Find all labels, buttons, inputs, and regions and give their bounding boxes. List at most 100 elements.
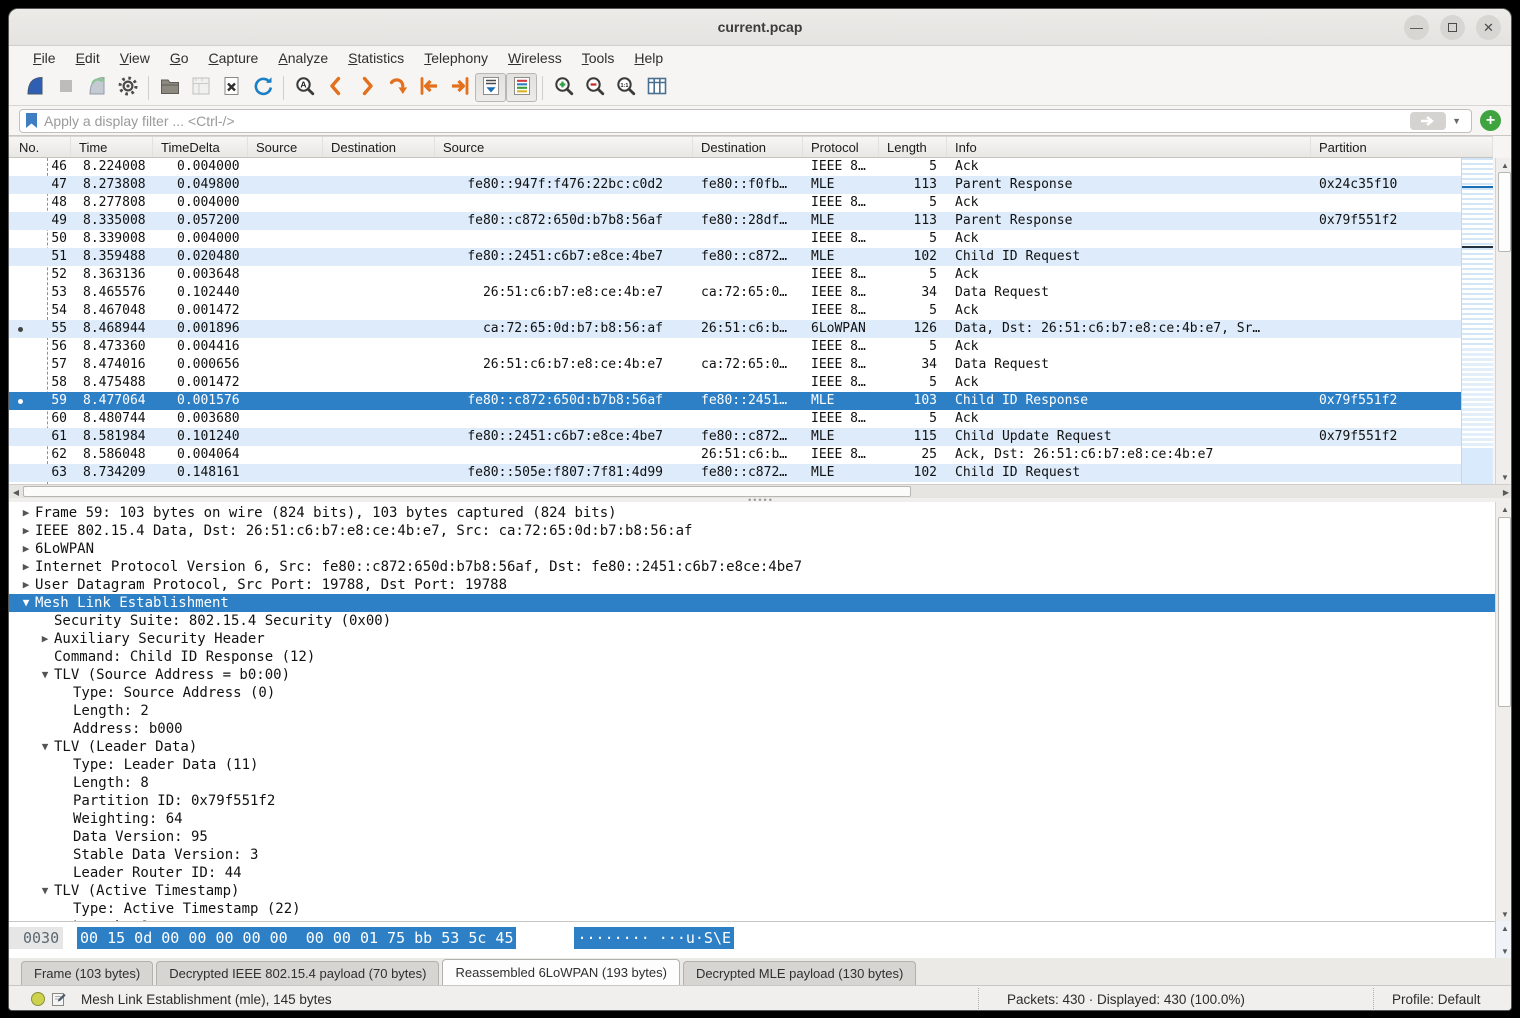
- detail-line[interactable]: ▶Auxiliary Security Header: [9, 630, 1495, 648]
- packet-row-51[interactable]: 518.3594880.020480fe80::2451:c6b7:e8ce:4…: [9, 248, 1461, 266]
- hex-ascii-selected[interactable]: ········ ···u·S\E: [574, 927, 734, 949]
- reload-file-button[interactable]: [247, 73, 278, 102]
- go-last-button[interactable]: [444, 73, 475, 102]
- packet-row-50[interactable]: 508.3390080.004000IEEE 8…5Ack: [9, 230, 1461, 248]
- expander-collapsed-icon[interactable]: ▶: [17, 558, 35, 576]
- packet-bytes-pane[interactable]: 0030 00 15 0d 00 00 00 00 00 00 00 01 75…: [9, 921, 1495, 958]
- close-button[interactable]: ✕: [1476, 15, 1501, 40]
- apply-filter-button[interactable]: [1410, 112, 1446, 130]
- expander-collapsed-icon[interactable]: ▶: [17, 576, 35, 594]
- detail-line[interactable]: Length: 2: [9, 702, 1495, 720]
- byte-tab-3[interactable]: Decrypted MLE payload (130 bytes): [683, 961, 916, 985]
- go-to-packet-button[interactable]: [382, 73, 413, 102]
- detail-line[interactable]: ▼TLV (Source Address = b0:00): [9, 666, 1495, 684]
- auto-scroll-button[interactable]: [475, 73, 506, 102]
- column-header-timedelta[interactable]: TimeDelta: [153, 137, 248, 157]
- hscrollbar-thumb[interactable]: [23, 486, 911, 497]
- menu-go[interactable]: Go: [160, 48, 199, 68]
- packet-row-60[interactable]: 608.4807440.003680IEEE 8…5Ack: [9, 410, 1461, 428]
- scrollbar-thumb[interactable]: [1498, 172, 1511, 252]
- menu-telephony[interactable]: Telephony: [414, 48, 498, 68]
- detail-line[interactable]: ▶IEEE 802.15.4 Data, Dst: 26:51:c6:b7:e8…: [9, 522, 1495, 540]
- packet-row-52[interactable]: 528.3631360.003648IEEE 8…5Ack: [9, 266, 1461, 284]
- minimize-button[interactable]: —: [1404, 15, 1429, 40]
- detail-line[interactable]: Type: Active Timestamp (22): [9, 900, 1495, 918]
- column-header-partition[interactable]: Partition: [1311, 137, 1493, 157]
- packet-row-49[interactable]: 498.3350080.057200fe80::c872:650d:b7b8:5…: [9, 212, 1461, 230]
- detail-line[interactable]: Type: Leader Data (11): [9, 756, 1495, 774]
- expander-expanded-icon[interactable]: ▼: [36, 882, 54, 900]
- scroll-left-arrow-icon[interactable]: ◀: [9, 485, 23, 499]
- detail-line[interactable]: ▼TLV (Leader Data): [9, 738, 1495, 756]
- column-header-protocol[interactable]: Protocol: [803, 137, 879, 157]
- detail-line[interactable]: Data Version: 95: [9, 828, 1495, 846]
- menu-edit[interactable]: Edit: [66, 48, 110, 68]
- detail-line[interactable]: ▶User Datagram Protocol, Src Port: 19788…: [9, 576, 1495, 594]
- expander-collapsed-icon[interactable]: ▶: [36, 630, 54, 648]
- go-first-button[interactable]: [413, 73, 444, 102]
- packet-row-59[interactable]: 598.4770640.001576fe80::c872:650d:b7b8:5…: [9, 392, 1461, 410]
- scroll-right-arrow-icon[interactable]: ▶: [1499, 485, 1512, 499]
- zoom-in-button[interactable]: [548, 73, 579, 102]
- packet-row-54[interactable]: 548.4670480.001472IEEE 8…5Ack: [9, 302, 1461, 320]
- detail-line[interactable]: Command: Child ID Response (12): [9, 648, 1495, 666]
- restart-capture-button[interactable]: [81, 73, 112, 102]
- menu-capture[interactable]: Capture: [199, 48, 269, 68]
- display-filter-box[interactable]: ▼: [19, 109, 1472, 133]
- bookmark-icon[interactable]: [26, 113, 37, 128]
- detail-line[interactable]: Weighting: 64: [9, 810, 1495, 828]
- scroll-up-arrow-icon[interactable]: ▲: [1496, 502, 1512, 516]
- column-header-destination[interactable]: Destination: [323, 137, 435, 157]
- capture-options-button[interactable]: [112, 73, 143, 102]
- column-header-no[interactable]: No.: [9, 137, 71, 157]
- save-file-button[interactable]: [185, 73, 216, 102]
- titlebar[interactable]: current.pcap — ✕: [9, 9, 1511, 46]
- detail-line[interactable]: Stable Data Version: 3: [9, 846, 1495, 864]
- packet-row-63[interactable]: 638.7342090.148161fe80::505e:f807:7f81:4…: [9, 464, 1461, 482]
- hex-bytes-selected[interactable]: 00 15 0d 00 00 00 00 00 00 00 01 75 bb 5…: [77, 927, 516, 949]
- menu-tools[interactable]: Tools: [572, 48, 625, 68]
- detail-line[interactable]: Address: b000: [9, 720, 1495, 738]
- zoom-out-button[interactable]: [579, 73, 610, 102]
- scroll-up-arrow-icon[interactable]: ▲: [1496, 158, 1512, 172]
- packet-row-53[interactable]: 538.4655760.10244026:51:c6:b7:e8:ce:4b:e…: [9, 284, 1461, 302]
- stop-capture-button[interactable]: [50, 73, 81, 102]
- zoom-original-button[interactable]: 1:1: [610, 73, 641, 102]
- packet-row-56[interactable]: 568.4733600.004416IEEE 8…5Ack: [9, 338, 1461, 356]
- scroll-down-arrow-icon[interactable]: ▼: [1496, 944, 1512, 958]
- column-header-destination[interactable]: Destination: [693, 137, 803, 157]
- filter-dropdown-caret[interactable]: ▼: [1450, 116, 1465, 126]
- expander-collapsed-icon[interactable]: ▶: [17, 504, 35, 522]
- go-back-button[interactable]: [320, 73, 351, 102]
- capture-comment-icon[interactable]: [51, 991, 67, 1007]
- menu-wireless[interactable]: Wireless: [498, 48, 572, 68]
- byte-tab-2[interactable]: Reassembled 6LoWPAN (193 bytes): [442, 959, 679, 985]
- column-header-info[interactable]: Info: [947, 137, 1311, 157]
- packet-row-48[interactable]: 488.2778080.004000IEEE 8…5Ack: [9, 194, 1461, 212]
- menu-statistics[interactable]: Statistics: [338, 48, 414, 68]
- detail-line[interactable]: ▶6LoWPAN: [9, 540, 1495, 558]
- menu-help[interactable]: Help: [624, 48, 673, 68]
- menu-view[interactable]: View: [110, 48, 160, 68]
- detail-line[interactable]: ▼TLV (Active Timestamp): [9, 882, 1495, 900]
- packet-row-46[interactable]: 468.2240080.004000IEEE 8…5Ack: [9, 158, 1461, 176]
- column-header-time[interactable]: Time: [71, 137, 153, 157]
- add-filter-button[interactable]: +: [1480, 110, 1501, 131]
- column-header-source[interactable]: Source: [248, 137, 323, 157]
- hex-vscrollbar[interactable]: ▲ ▼: [1495, 921, 1512, 958]
- detail-line[interactable]: Partition ID: 0x79f551f2: [9, 792, 1495, 810]
- go-forward-button[interactable]: [351, 73, 382, 102]
- column-header-source[interactable]: Source: [435, 137, 693, 157]
- packet-row-58[interactable]: 588.4754880.001472IEEE 8…5Ack: [9, 374, 1461, 392]
- expander-collapsed-icon[interactable]: ▶: [17, 522, 35, 540]
- maximize-button[interactable]: [1440, 15, 1465, 40]
- menu-analyze[interactable]: Analyze: [268, 48, 338, 68]
- scroll-down-arrow-icon[interactable]: ▼: [1496, 470, 1512, 484]
- menu-file[interactable]: File: [23, 48, 66, 68]
- expander-expanded-icon[interactable]: ▼: [36, 666, 54, 684]
- intelligent-scrollbar-map[interactable]: [1461, 158, 1493, 484]
- detail-vscrollbar[interactable]: ▲ ▼: [1495, 502, 1512, 921]
- open-file-button[interactable]: [154, 73, 185, 102]
- packet-row-61[interactable]: 618.5819840.101240fe80::2451:c6b7:e8ce:4…: [9, 428, 1461, 446]
- close-file-button[interactable]: [216, 73, 247, 102]
